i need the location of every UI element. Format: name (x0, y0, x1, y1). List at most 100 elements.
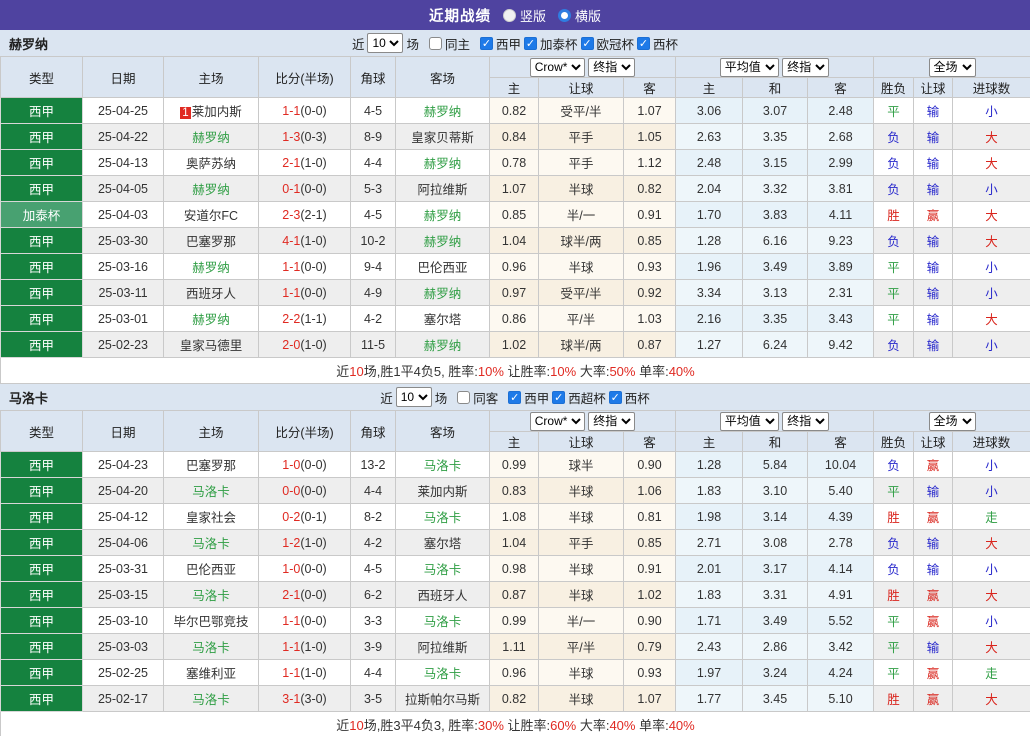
match-row: 西甲 25-03-11 西班牙人 1-1(0-0) 4-9 赫罗纳 0.97 受平/半 0.92… (0, 279, 1030, 306)
handicap-line: 球半/两 (538, 331, 624, 358)
date-cell: 25-03-16 (82, 253, 164, 280)
sub-col-header-4: 和 (742, 77, 809, 98)
avg-odds-home: 1.27 (675, 331, 744, 358)
away-team-cell: 皇家贝蒂斯 (395, 123, 490, 150)
col-header-4: 角球 (350, 410, 396, 452)
corner-cell: 4-4 (350, 477, 396, 504)
handicap-odds-away: 0.93 (622, 253, 677, 280)
result-wdl: 负 (873, 227, 915, 254)
away-team-cell: 赫罗纳 (395, 279, 490, 306)
home-team-name: 皇家社会 (185, 511, 236, 525)
competition-cell: 西甲 (0, 175, 83, 202)
avg-odds-away: 5.40 (807, 477, 875, 504)
competition-cell: 西甲 (0, 581, 83, 608)
avg-odds-home: 3.06 (675, 97, 744, 124)
result-wdl: 负 (873, 451, 915, 478)
result-handicap: 输 (913, 305, 954, 332)
handicap-odds-away: 1.07 (622, 97, 677, 124)
halftime-score: (0-0) (300, 613, 327, 628)
same-venue-checkbox[interactable] (428, 36, 442, 50)
same-venue-label: 同主 (444, 37, 470, 52)
halftime-score: (1-0) (300, 639, 327, 654)
summary-label: 让胜率: (503, 718, 551, 733)
league-checkbox-0[interactable]: ✓ (479, 36, 493, 50)
league-checkbox-2[interactable]: ✓ (580, 36, 594, 50)
result-handicap: 赢 (913, 659, 954, 686)
avg-odds-home: 1.83 (675, 581, 744, 608)
date-cell: 25-04-20 (82, 477, 164, 504)
result-wdl: 平 (873, 305, 915, 332)
league-checkbox-3[interactable]: ✓ (637, 36, 651, 50)
final-odds-select-a[interactable]: 终指 (588, 57, 636, 77)
home-team-cell: 马洛卡 (163, 477, 259, 504)
final-odds-select-a[interactable]: 终指 (588, 411, 636, 431)
competition-cell: 西甲 (0, 97, 83, 124)
radio-horizontal-icon[interactable] (558, 8, 571, 22)
league-checkbox-2[interactable]: ✓ (608, 390, 622, 404)
home-team-name: 赫罗纳 (192, 313, 230, 327)
crow-company-select[interactable]: Crow* (529, 57, 585, 77)
sub-col-header-8: 进球数 (952, 77, 1030, 98)
home-team-name: 莱加内斯 (191, 105, 242, 119)
handicap-odds-away: 0.90 (622, 607, 677, 634)
result-handicap: 输 (913, 279, 954, 306)
date-cell: 25-04-25 (82, 97, 164, 124)
league-checkbox-1[interactable]: ✓ (524, 36, 537, 50)
head-row-selects: 类型 日期 主场 比分(半场) 角球 客场 Crow* 终指 平均值 终指 全场 (0, 56, 1030, 98)
radio-horizontal-label[interactable]: 横版 (575, 6, 601, 25)
home-team-name: 巴塞罗那 (185, 235, 236, 249)
avg-odds-draw: 3.35 (742, 305, 809, 332)
summary-value: 40% (668, 364, 695, 379)
corner-cell: 4-5 (350, 201, 396, 228)
result-goals: 大 (952, 123, 1030, 150)
league-checkbox-1[interactable]: ✓ (552, 390, 566, 404)
avg-odds-draw: 3.35 (742, 123, 809, 150)
result-goals: 小 (952, 175, 1030, 202)
summary-label: 单率: (635, 364, 669, 379)
scope-select[interactable]: 全场 (928, 411, 976, 431)
avg-select[interactable]: 平均值 (719, 57, 779, 77)
result-goals: 小 (952, 279, 1030, 306)
rank-badge: 1 (180, 107, 191, 119)
result-handicap: 赢 (913, 451, 954, 478)
result-goals: 大 (952, 529, 1030, 556)
handicap-odds-away: 0.90 (622, 451, 677, 478)
scope-select[interactable]: 全场 (928, 57, 976, 77)
match-row: 西甲 25-03-30 巴塞罗那 4-1(1-0) 10-2 赫罗纳 1.04 球半/两 0.8… (0, 227, 1030, 254)
page-title: 近期战绩 (428, 8, 491, 25)
topbar: 近期战绩 竖版 横版 (0, 0, 1030, 30)
score-cell: 0-0(0-0) (258, 477, 351, 504)
corner-cell: 4-4 (350, 149, 396, 176)
date-cell: 25-03-03 (82, 633, 164, 660)
col-header-4: 角球 (350, 56, 396, 98)
avg-odds-away: 2.78 (807, 529, 875, 556)
avg-select[interactable]: 平均值 (719, 411, 779, 431)
near-count-select[interactable]: 10 (395, 387, 432, 407)
near-count-select[interactable]: 10 (367, 33, 404, 53)
same-venue-checkbox[interactable] (457, 390, 471, 404)
fulltime-score: 4-1 (282, 233, 301, 248)
filter-games-label: 场 (434, 391, 448, 406)
halftime-score: (0-0) (300, 285, 327, 300)
handicap-odds-home: 1.08 (489, 503, 539, 530)
home-team-name: 皇家马德里 (179, 339, 243, 353)
away-team-name: 马洛卡 (423, 667, 462, 681)
handicap-line: 受平/半 (538, 279, 624, 306)
halftime-score: (1-1) (300, 311, 327, 326)
col-header-2: 主场 (163, 410, 259, 452)
date-cell: 25-04-23 (82, 451, 164, 478)
halftime-score: (0-0) (300, 181, 327, 196)
avg-odds-draw: 3.14 (742, 503, 809, 530)
handicap-odds-home: 0.87 (489, 581, 539, 608)
away-team-name: 莱加内斯 (417, 485, 468, 499)
radio-vertical-icon[interactable] (502, 8, 516, 22)
crow-company-select[interactable]: Crow* (529, 411, 585, 431)
final-odds-select-b[interactable]: 终指 (782, 57, 830, 77)
league-checkbox-0[interactable]: ✓ (508, 390, 522, 404)
summary-cell: 近10场,胜3平4负3, 胜率:30% 让胜率:60% 大率:40% 单率:40… (0, 711, 1030, 736)
avg-odds-away: 4.91 (807, 581, 875, 608)
radio-vertical-label[interactable]: 竖版 (520, 6, 546, 25)
avg-odds-away: 4.11 (807, 201, 875, 228)
final-odds-select-b[interactable]: 终指 (782, 411, 830, 431)
date-cell: 25-03-10 (82, 607, 164, 634)
